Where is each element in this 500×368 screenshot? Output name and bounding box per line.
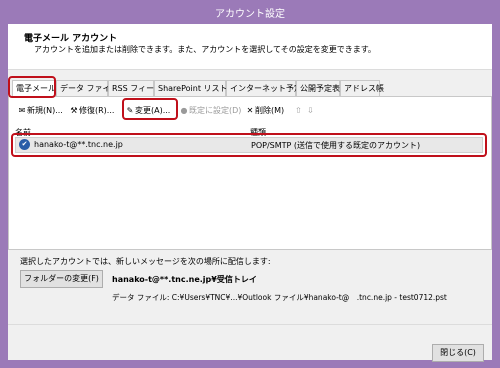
repair-button[interactable]: ⚒修復(R)... — [69, 103, 114, 119]
tab-data-files[interactable]: データ ファイル — [56, 80, 119, 96]
tab-rss-feeds[interactable]: RSS フィード — [108, 80, 162, 96]
change-highlight-annotation — [122, 98, 178, 120]
set-default-label: 既定に設定(D) — [189, 106, 242, 115]
tab-internet-calendars[interactable]: インターネット予定表 — [226, 80, 310, 96]
repair-icon: ⚒ — [70, 106, 78, 115]
data-file-path: データ ファイル: C:¥Users¥TNC¥...¥Outlook ファイル¥… — [112, 293, 447, 302]
tab-address-books[interactable]: アドレス帳 — [340, 80, 384, 96]
delivery-description: 選択したアカウントでは、新しいメッセージを次の場所に配信します: — [20, 257, 271, 266]
row-highlight-annotation — [11, 133, 487, 157]
move-up-button[interactable]: ⇧ — [295, 103, 302, 119]
window-title: アカウント設定 — [215, 9, 285, 20]
delivery-folder: hanako-t@**.tnc.ne.jp¥受信トレイ — [112, 275, 257, 284]
new-icon: ✉ — [18, 106, 26, 115]
move-down-button[interactable]: ⇩ — [307, 103, 314, 119]
tab-sharepoint-lists[interactable]: SharePoint リスト — [154, 80, 228, 96]
new-account-button[interactable]: ✉ 新規(N)... — [17, 103, 63, 119]
email-accounts-panel: ✉ 新規(N)... ⚒修復(R)... ✎ 変更(A)... ● 既定に設定(D) … — [8, 96, 492, 250]
tab-highlight-annotation — [8, 76, 56, 98]
change-folder-button[interactable]: フォルダーの変更(F) — [20, 270, 103, 288]
account-settings-window: アカウント設定 電子メール アカウント アカウントを追加または削除できます。また… — [0, 0, 500, 368]
tab-published-calendars[interactable]: 公開予定表 — [296, 80, 340, 96]
new-account-label: 新規(N)... — [27, 106, 63, 115]
delete-button[interactable]: ✕ 削除(M) — [245, 103, 285, 119]
account-toolbar: ✉ 新規(N)... ⚒修復(R)... ✎ 変更(A)... ● 既定に設定(D) … — [9, 103, 493, 119]
dialog-footer — [8, 324, 492, 360]
dialog-client-area: 電子メール アカウント アカウントを追加または削除できます。また、アカウントを選… — [8, 24, 492, 362]
delete-label: 削除(M) — [255, 106, 285, 115]
title-bar[interactable]: アカウント設定 — [0, 0, 500, 24]
header-description: アカウントを追加または削除できます。また、アカウントを選択してその設定を変更でき… — [34, 45, 376, 54]
repair-label: 修復(R)... — [79, 106, 115, 115]
default-icon: ● — [180, 106, 188, 115]
close-button[interactable]: 閉じる(C) — [432, 344, 484, 362]
delete-icon: ✕ — [246, 106, 254, 115]
set-default-button[interactable]: ● 既定に設定(D) — [179, 103, 242, 119]
tab-strip: 電子メール データ ファイル RSS フィード SharePoint リスト イ… — [8, 80, 492, 97]
dialog-header: 電子メール アカウント アカウントを追加または削除できます。また、アカウントを選… — [8, 24, 492, 70]
header-title: 電子メール アカウント — [24, 34, 118, 44]
